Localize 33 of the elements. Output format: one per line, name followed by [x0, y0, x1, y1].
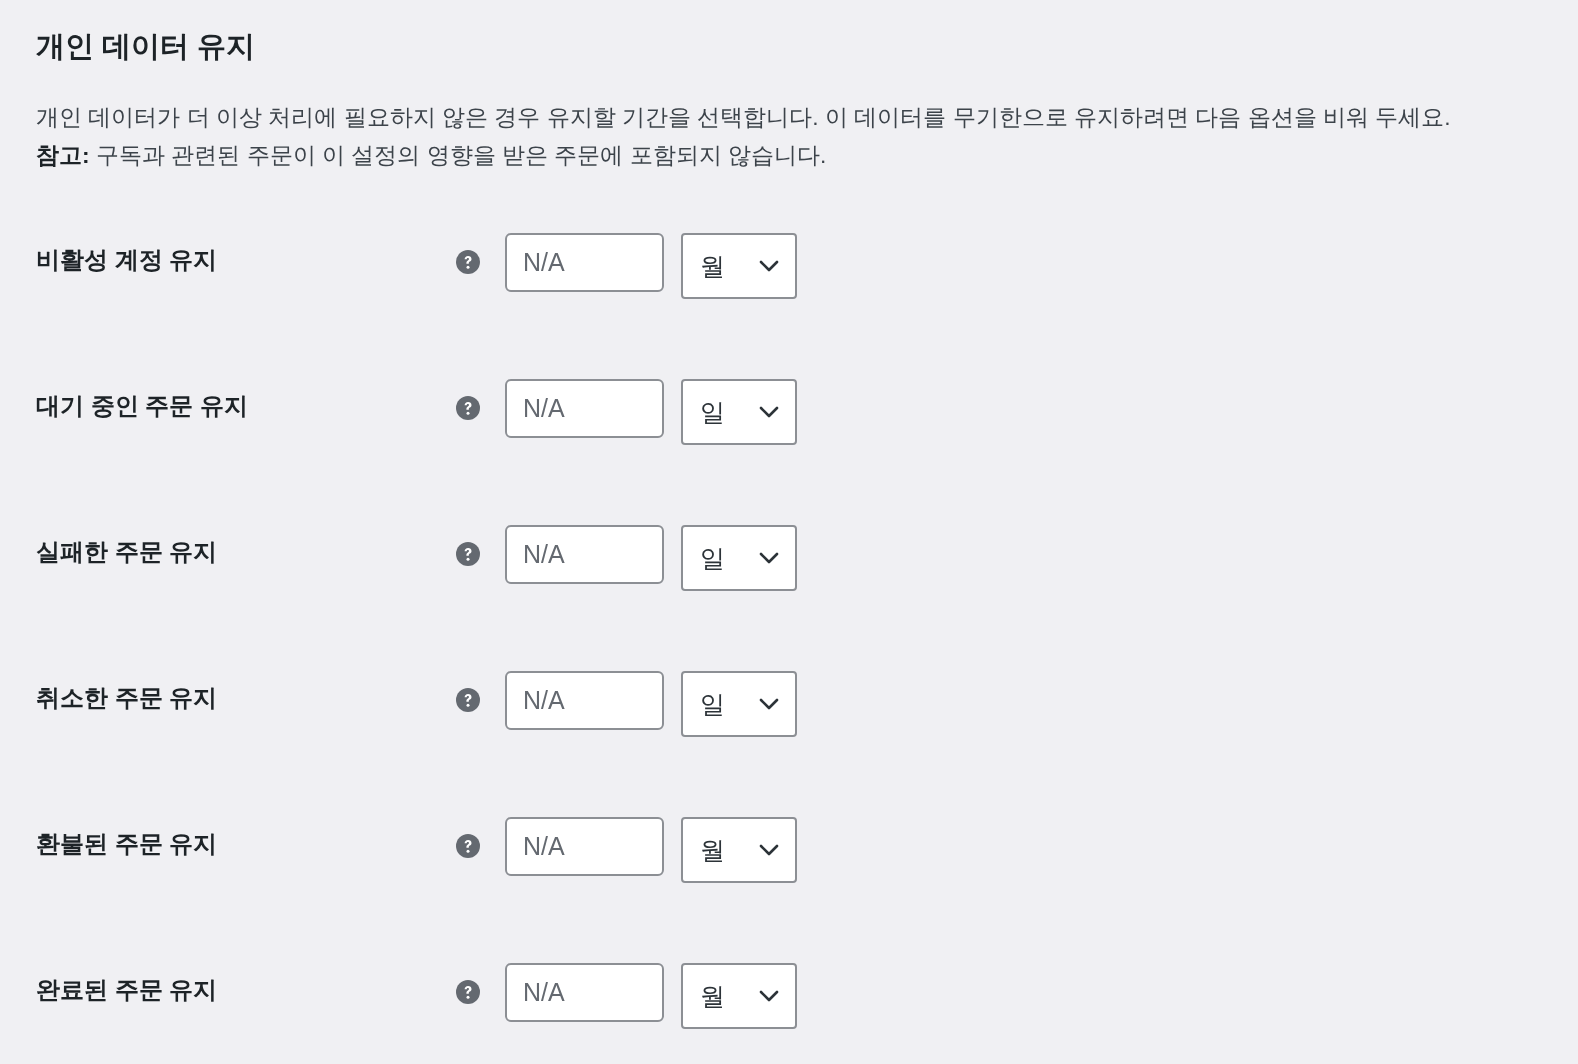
unit-dropdown[interactable]: 일: [681, 379, 797, 445]
setting-label: 취소한 주문 유지: [36, 683, 219, 713]
chevron-icon: [759, 552, 779, 564]
retention-input[interactable]: N/A: [505, 233, 664, 292]
setting-label: 완료된 주문 유지: [36, 975, 219, 1005]
retention-input[interactable]: N/A: [505, 671, 664, 730]
unit-dropdown[interactable]: 월: [681, 963, 797, 1029]
help-icon[interactable]: [456, 396, 480, 420]
unit-dropdown[interactable]: 일: [681, 525, 797, 591]
help-icon[interactable]: [456, 688, 480, 712]
retention-input[interactable]: N/A: [505, 963, 664, 1022]
unit-dropdown[interactable]: 월: [681, 233, 797, 299]
setting-label: 환불된 주문 유지: [36, 829, 219, 859]
help-icon[interactable]: [456, 980, 480, 1004]
retention-input[interactable]: N/A: [505, 525, 664, 584]
help-icon[interactable]: [456, 250, 480, 274]
description-text: 개인 데이터가 더 이상 처리에 필요하지 않은 경우 유지할 기간을 선택합니다. 이 데이터를 무기한으로 유지하려면 다음 옵션을 비워 두세요.: [36, 103, 1452, 132]
unit-dropdown[interactable]: 일: [681, 671, 797, 737]
help-icon[interactable]: [456, 542, 480, 566]
chevron-icon: [759, 406, 779, 418]
chevron-icon: [759, 844, 779, 856]
retention-input[interactable]: N/A: [505, 817, 664, 876]
setting-label: 실패한 주문 유지: [36, 537, 219, 567]
setting-label: 비활성 계정 유지: [36, 245, 219, 275]
note-text: 참고: 구독과 관련된 주문이 이 설정의 영향을 받은 주문에 포함되지 않습니다.: [36, 141, 828, 170]
chevron-icon: [759, 698, 779, 710]
setting-label: 대기 중인 주문 유지: [36, 391, 249, 421]
unit-dropdown[interactable]: 월: [681, 817, 797, 883]
help-icon[interactable]: [456, 834, 480, 858]
chevron-icon: [759, 990, 779, 1002]
retention-input[interactable]: N/A: [505, 379, 664, 438]
chevron-icon: [759, 260, 779, 272]
section-title: 개인 데이터 유지: [36, 29, 257, 64]
